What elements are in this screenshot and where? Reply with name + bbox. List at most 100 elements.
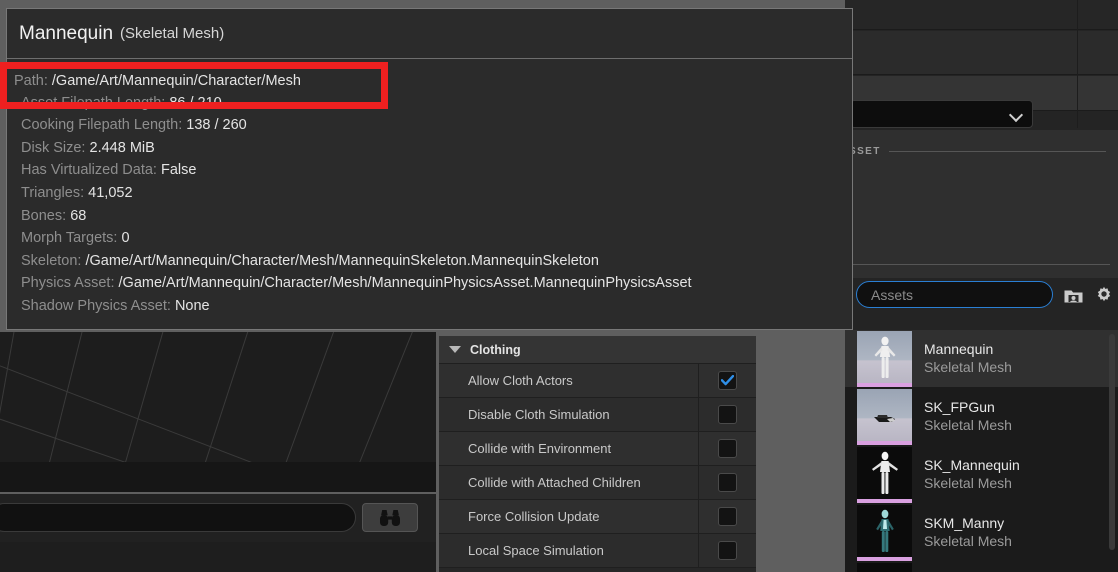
tooltip-row-key: Cooking Filepath Length: — [21, 117, 183, 134]
asset-thumbnail — [857, 388, 912, 445]
asset-type-bar — [857, 498, 912, 503]
menu-section-rule — [888, 151, 1106, 152]
asset-thumbnail — [857, 562, 912, 572]
find-binoculars-button[interactable] — [362, 503, 418, 532]
allow-cloth-actors-checkbox[interactable] — [718, 371, 737, 390]
asset-labels: Mannequin Skeletal Mesh — [924, 341, 1012, 376]
asset-labels: SKM_Manny Skeletal Mesh — [924, 515, 1012, 550]
force-collision-update-checkbox[interactable] — [718, 507, 737, 526]
asset-results-list[interactable]: Mannequin Skeletal Mesh SK_FPGun Skeleta… — [845, 330, 1118, 572]
asset-list-scrollbar[interactable] — [1109, 334, 1115, 550]
tooltip-row-value: 2.448 MiB — [89, 139, 155, 156]
asset-list-item-partial[interactable] — [845, 562, 1118, 572]
clothing-section-title: Clothing — [470, 342, 521, 357]
tooltip-row-value: 41,052 — [88, 184, 133, 201]
property-label: Force Collision Update — [468, 509, 600, 524]
asset-type: Skeletal Mesh — [924, 474, 1012, 491]
tooltip-row-value: 68 — [70, 207, 87, 224]
thumbnail-scene — [857, 388, 912, 441]
asset-list-item[interactable]: SK_FPGun Skeletal Mesh — [845, 388, 1118, 446]
property-row[interactable]: Collide with Environment — [439, 432, 756, 466]
asset-list-item[interactable]: SK_Mannequin Skeletal Mesh — [845, 446, 1118, 504]
tooltip-row-value: /Game/Art/Mannequin/Character/Mesh/Manne… — [118, 275, 692, 292]
viewport-3d[interactable] — [0, 332, 436, 462]
property-row[interactable]: Force Collision Update — [439, 500, 756, 534]
clothing-section-header[interactable]: Clothing — [439, 336, 756, 364]
gear-icon[interactable] — [1093, 285, 1115, 307]
disable-cloth-simulation-checkbox[interactable] — [718, 405, 737, 424]
thumbnail-scene — [857, 504, 912, 557]
property-value — [698, 466, 756, 499]
tooltip-row-physics-asset: Physics Asset: /Game/Art/Mannequin/Chara… — [21, 272, 852, 295]
tooltip-row-key: Shadow Physics Asset: — [21, 297, 171, 314]
asset-class-dropdown[interactable] — [850, 100, 1033, 128]
asset-thumbnail — [857, 330, 912, 387]
find-bar-footer — [0, 542, 436, 572]
details-panel: Clothing Allow Cloth Actors Disable Clot… — [439, 336, 756, 572]
tooltip-row-value: /Game/Art/Mannequin/Character/Mesh/Manne… — [85, 252, 599, 269]
tooltip-row-disk-size: Disk Size: 2.448 MiB — [21, 137, 852, 160]
asset-thumbnail — [857, 446, 912, 503]
menu-section-header: SSET — [849, 146, 1106, 157]
tooltip-row-key: Bones: — [21, 207, 67, 224]
asset-type: Skeletal Mesh — [924, 416, 1012, 433]
thumbnail-scene — [857, 446, 912, 499]
asset-tooltip: Mannequin (Skeletal Mesh) Path: /Game/Ar… — [6, 8, 853, 330]
property-label: Local Space Simulation — [468, 543, 604, 558]
tooltip-row-has-virtualized-data: Has Virtualized Data: False — [21, 159, 852, 182]
tooltip-row-value: 0 — [121, 230, 130, 247]
viewport-toolbar-strip — [0, 462, 436, 492]
tooltip-row-bones: Bones: 68 — [21, 205, 852, 228]
property-label: Allow Cloth Actors — [468, 373, 573, 388]
tooltip-row-morph-targets: Morph Targets: 0 — [21, 227, 852, 250]
tooltip-row-skeleton: Skeleton: /Game/Art/Mannequin/Character/… — [21, 250, 852, 273]
save-collection-icon[interactable] — [1062, 285, 1084, 307]
thumbnail-scene — [857, 330, 912, 383]
property-row[interactable]: Disable Cloth Simulation — [439, 398, 756, 432]
property-label: Disable Cloth Simulation — [468, 407, 610, 422]
asset-labels: SK_FPGun Skeletal Mesh — [924, 399, 1012, 434]
panel-column-divider — [1077, 0, 1078, 128]
tooltip-row-key: Skeleton: — [21, 252, 82, 269]
property-value — [698, 500, 756, 533]
asset-list-item[interactable]: SKM_Manny Skeletal Mesh — [845, 504, 1118, 562]
property-row[interactable]: Collide with Attached Children — [439, 466, 756, 500]
tooltip-path-row: Path: /Game/Art/Mannequin/Character/Mesh — [14, 73, 301, 89]
thumbnail-scene — [857, 562, 912, 572]
asset-type-bar — [857, 382, 912, 387]
tooltip-row-key: Asset Filepath Length: — [21, 94, 166, 111]
collide-with-environment-checkbox[interactable] — [718, 439, 737, 458]
find-input[interactable] — [0, 503, 356, 532]
asset-context-menu: SSET r e s — [838, 130, 1118, 280]
mannequin-figure-icon — [874, 336, 895, 378]
collide-with-attached-children-checkbox[interactable] — [718, 473, 737, 492]
asset-labels: SK_Mannequin Skeletal Mesh — [924, 457, 1020, 492]
tooltip-row-key: Morph Targets: — [21, 230, 118, 247]
local-space-simulation-checkbox[interactable] — [718, 541, 737, 560]
tooltip-row-value: 138 / 260 — [186, 117, 247, 134]
asset-name: SK_Mannequin — [924, 457, 1020, 473]
chevron-down-icon — [1011, 109, 1022, 120]
tooltip-row-cooking-filepath-length: Cooking Filepath Length: 138 / 260 — [21, 114, 852, 137]
menu-separator — [847, 264, 1110, 265]
tooltip-row-value: 86 / 210 — [169, 94, 222, 111]
tooltip-row-value: None — [174, 297, 210, 314]
asset-list-item[interactable]: Mannequin Skeletal Mesh — [845, 330, 1118, 388]
asset-thumbnail — [857, 504, 912, 561]
property-row[interactable]: Local Space Simulation — [439, 534, 756, 568]
tooltip-asset-name: Mannequin — [19, 22, 114, 44]
mannequin-figure-icon — [871, 451, 898, 494]
menu-section-label: SSET — [849, 146, 881, 157]
property-value — [698, 364, 756, 397]
triangle-down-icon — [449, 346, 461, 353]
property-value — [698, 432, 756, 465]
asset-search-input[interactable]: Assets — [856, 281, 1053, 308]
tooltip-path-value: /Game/Art/Mannequin/Character/Mesh — [51, 73, 301, 89]
tooltip-row-value: False — [160, 162, 197, 179]
asset-type: Skeletal Mesh — [924, 532, 1012, 549]
property-label: Collide with Attached Children — [468, 475, 641, 490]
tooltip-row-key: Triangles: — [21, 184, 85, 201]
asset-type-bar — [857, 556, 912, 561]
tooltip-asset-class: (Skeletal Mesh) — [120, 25, 225, 42]
property-row[interactable]: Allow Cloth Actors — [439, 364, 756, 398]
